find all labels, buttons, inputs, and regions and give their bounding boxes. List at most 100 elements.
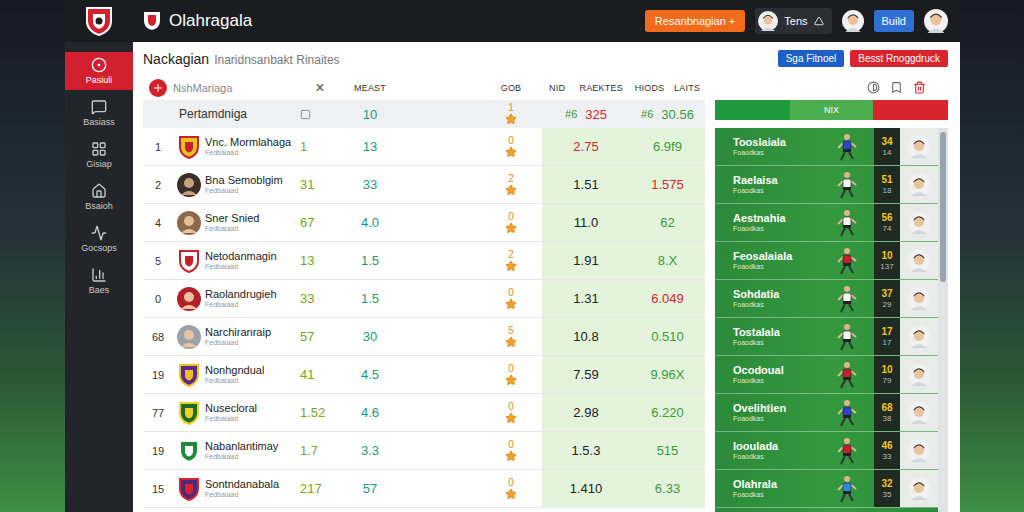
action-button[interactable]: Resanbnagian + [645, 10, 745, 32]
player-rows: TooslaialaFoaodkas3414RaelaisaFoaodkas51… [715, 128, 938, 512]
balance-segment: NIX [790, 100, 874, 120]
scroll-thumb[interactable] [940, 132, 946, 282]
column-label[interactable]: MEAST [354, 83, 386, 93]
rank-cell: 19 [143, 432, 173, 469]
user-chip[interactable]: Tens [755, 8, 831, 34]
page-button[interactable]: Besst Rnoggdruck [850, 50, 948, 67]
team: SontndanabalaFedbaiaad [205, 478, 279, 499]
box-icon[interactable] [300, 109, 311, 120]
add-cell [143, 75, 173, 100]
table-row[interactable]: 77NusecloralFedbaiaad1.524.602.986.220 [143, 394, 705, 432]
player-number-cell: 3729 [874, 280, 900, 317]
column-label[interactable]: NID [549, 83, 565, 93]
name-cell: Vnc. MormlahagaFedbaiaad [205, 128, 300, 165]
player-name-cell: FeosalaialaFoaodkas [715, 242, 819, 279]
player-row[interactable]: RaelaisaFoaodkas5118 [715, 166, 938, 204]
rank: 19 [152, 445, 164, 457]
search-field[interactable]: NshMariaga [173, 75, 300, 100]
team-name: Nonhgndual [205, 364, 264, 377]
rank: 15 [152, 483, 164, 495]
table-row[interactable]: 19NonhgndualFedbaiaad414.507.599.96X [143, 356, 705, 394]
player-sub-number: 17 [883, 338, 892, 348]
player-avatar-icon [908, 136, 930, 158]
player-row[interactable]: TooslaialaFoaodkas3414 [715, 128, 938, 166]
gob-cell: 57 [300, 318, 340, 355]
pts: 57 [363, 481, 377, 496]
table-row[interactable]: 19NabanlantimayFedbaiaad1.73.301.5.3515 [143, 432, 705, 470]
clear-button[interactable]: × [315, 79, 324, 97]
player-row[interactable]: AestnahiaFoaodkas5674 [715, 204, 938, 242]
gob: 33 [300, 291, 314, 306]
sidebar-item[interactable]: Baes [65, 262, 133, 300]
player-number-cell: 3414 [874, 128, 900, 165]
player-row[interactable]: OcodoualFoaodkas1079 [715, 356, 938, 394]
build-button[interactable]: Build [874, 10, 914, 32]
table-row[interactable]: 4Sner SniedFedbaiaad674.0011.062 [143, 204, 705, 242]
player-sub: Foaodkas [733, 453, 819, 461]
column-label[interactable]: HIODS [635, 83, 665, 93]
top-bar: Olahragala Resanbnagian + Tens Build [65, 0, 960, 42]
sidebar-item-icon [91, 99, 107, 115]
sidebar-item[interactable]: Gocsops [65, 220, 133, 258]
table-row[interactable]: 2Bna SemoblgimFedbaiaad313321.511.575 [143, 166, 705, 204]
logo-cell [173, 470, 205, 507]
summary-form: 30.56 [661, 107, 694, 122]
form-cell: 6.33 [630, 470, 705, 507]
column-label[interactable]: LAITS [674, 83, 700, 93]
logo-icon[interactable] [85, 6, 113, 36]
player-figure-icon [835, 399, 859, 427]
rating: 10.8 [573, 329, 598, 344]
table-row[interactable]: 1Vnc. MormlahagaFedbaiaad11302.756.9f9 [143, 128, 705, 166]
summary-row[interactable]: Pertamdniga101#6325#630.56 [143, 100, 705, 128]
rating: 2.98 [573, 405, 598, 420]
column-label[interactable]: GOB [501, 83, 522, 93]
bookmark-button[interactable] [890, 81, 903, 94]
add-button[interactable] [149, 79, 167, 97]
sidebar-item[interactable]: Pasiuli [65, 52, 133, 90]
title-row: NackagianInaridnsanbakt RinaitesSga Fitn… [143, 42, 948, 75]
sidebar-item-icon [91, 225, 107, 241]
contrast-button[interactable] [867, 81, 880, 94]
team-photo-icon [177, 325, 201, 349]
name-cell: NonhgndualFedbaiaad [205, 356, 300, 393]
player-figure-icon [835, 285, 859, 313]
team: NonhgndualFedbaiaad [205, 364, 264, 385]
column-label[interactable]: RAEKTES [579, 83, 622, 93]
rank-cell: 68 [143, 318, 173, 355]
player-row[interactable]: FeosalaialaFoaodkas10137 [715, 242, 938, 280]
page-button[interactable]: Sga Fitnoel [778, 50, 845, 67]
player-row[interactable]: IoouladaFoaodkas4633 [715, 432, 938, 470]
star-icon [505, 336, 517, 348]
player-row[interactable]: SohdatiaFoaodkas3729 [715, 280, 938, 318]
rating: 1.31 [573, 291, 598, 306]
gob-cell: 41 [300, 356, 340, 393]
sidebar-item[interactable]: Gisiap [65, 136, 133, 174]
sidebar-item[interactable]: Basiass [65, 94, 133, 132]
delete-button[interactable] [913, 81, 926, 94]
brand[interactable]: Olahragala [143, 11, 252, 31]
sidebar-item[interactable]: Bsaioh [65, 178, 133, 216]
form-cell: 8.X [630, 242, 705, 279]
summary-label-cell: Pertamdniga [173, 100, 300, 128]
player-sub-number: 18 [883, 186, 892, 196]
form-cell: 1.575 [630, 166, 705, 203]
star-score: 0 [505, 136, 517, 158]
player-number: 68 [881, 402, 892, 414]
rank: 2 [155, 179, 161, 191]
scrollbar[interactable] [938, 128, 948, 512]
spacer [400, 394, 480, 431]
star-icon [505, 222, 517, 234]
table-row[interactable]: 68NarchiranraipFedbaiaad5730510.80.510 [143, 318, 705, 356]
table-row[interactable]: 0RaolandrugiehFedbaiaad331.501.316.049 [143, 280, 705, 318]
player-avatar-cell [900, 394, 938, 431]
star-score: 2 [505, 250, 517, 272]
player-row[interactable]: TostalalaFoaodkas1717 [715, 318, 938, 356]
table-row[interactable]: 15SontndanabalaFedbaiaad2175701.4106.33 [143, 470, 705, 508]
rank: 5 [155, 255, 161, 267]
player-avatar-icon [908, 440, 930, 462]
player-row[interactable]: OvelihtienFoaodkas6838 [715, 394, 938, 432]
gob-cell: 31 [300, 166, 340, 203]
logo-cell [173, 280, 205, 317]
table-row[interactable]: 5NetodanmaginFedbaiaad131.521.918.X [143, 242, 705, 280]
player-row[interactable]: OlahralaFoaodkas3235 [715, 470, 938, 508]
